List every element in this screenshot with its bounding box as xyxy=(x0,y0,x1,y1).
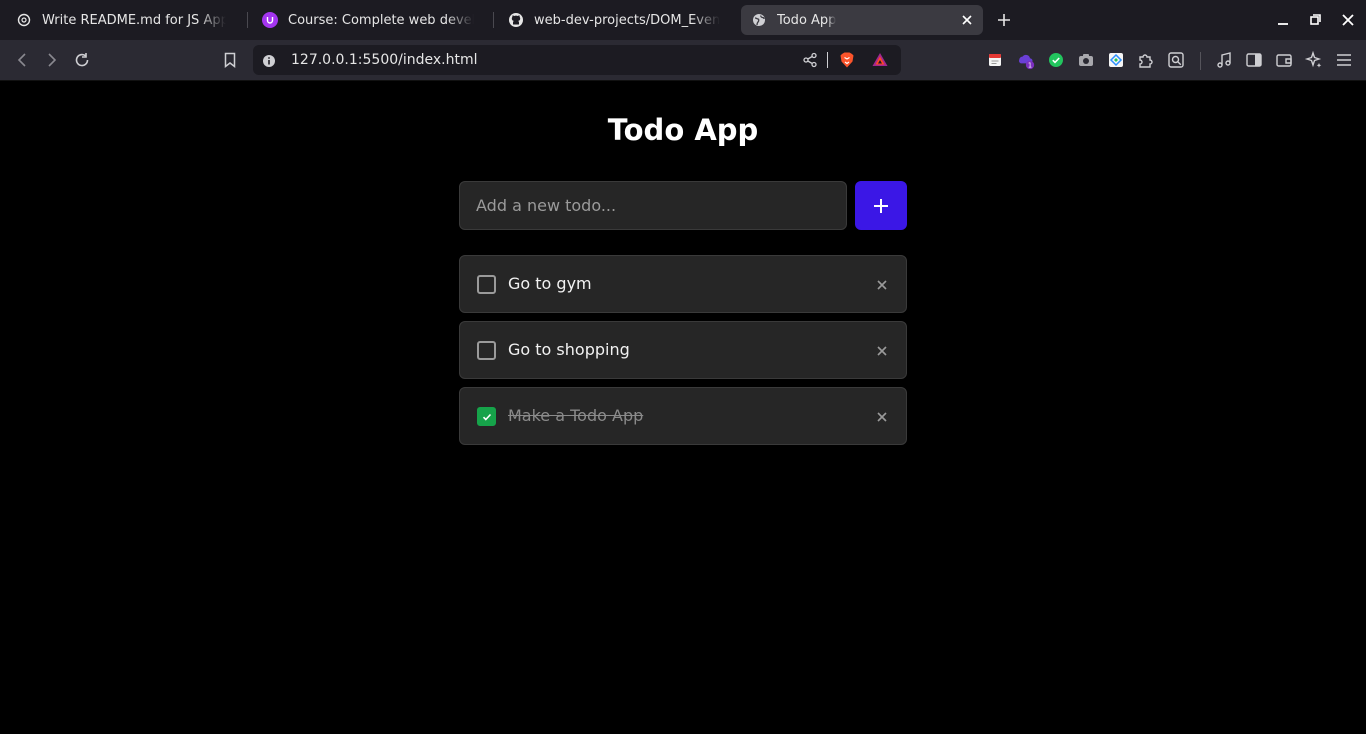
github-icon xyxy=(508,12,524,28)
tab-separator xyxy=(493,12,494,28)
tab-title: web-dev-projects/DOM_Events at xyxy=(534,12,720,28)
maximize-icon[interactable] xyxy=(1305,10,1325,30)
camera-extension-icon[interactable] xyxy=(1076,50,1096,70)
plus-icon xyxy=(874,198,888,213)
minimize-icon[interactable] xyxy=(1273,10,1293,30)
tab-separator xyxy=(247,12,248,28)
address-bar-divider xyxy=(827,52,828,68)
page-content: Todo App Go to gym Go to shopping Make a… xyxy=(0,81,1366,734)
share-icon[interactable] xyxy=(802,52,818,68)
reload-icon[interactable] xyxy=(72,50,92,70)
tab-close-icon[interactable] xyxy=(959,12,975,28)
music-icon[interactable] xyxy=(1214,50,1234,70)
udemy-icon xyxy=(262,12,278,28)
delete-todo-icon[interactable] xyxy=(875,409,889,423)
leo-ai-icon[interactable] xyxy=(1304,50,1324,70)
todo-checkbox[interactable] xyxy=(477,275,496,294)
tab-title: Course: Complete web developme xyxy=(288,12,474,28)
tab-title: Todo App xyxy=(777,12,837,28)
url-text: 127.0.0.1:5500/index.html xyxy=(291,52,478,68)
new-tab-icon[interactable] xyxy=(994,10,1014,30)
tab-github[interactable]: web-dev-projects/DOM_Events at xyxy=(498,5,730,35)
window-close-icon[interactable] xyxy=(1338,10,1358,30)
tab-title: Write README.md for JS App xyxy=(42,12,226,28)
forward-icon[interactable] xyxy=(42,50,62,70)
address-bar[interactable]: 127.0.0.1:5500/index.html xyxy=(253,45,901,75)
brave-rewards-icon[interactable] xyxy=(871,51,889,69)
todo-checkbox[interactable] xyxy=(477,341,496,360)
add-todo-button[interactable] xyxy=(855,181,907,230)
extension-badge: 1 xyxy=(1028,62,1032,70)
new-todo-input[interactable] xyxy=(459,181,847,230)
tab-chatgpt[interactable]: Write README.md for JS App xyxy=(6,5,236,35)
todo-list: Go to gym Go to shopping Make a Todo App xyxy=(459,255,907,453)
todo-text: Go to shopping xyxy=(508,340,630,359)
delete-todo-icon[interactable] xyxy=(875,277,889,291)
todo-checkbox[interactable] xyxy=(477,407,496,426)
brave-shields-icon[interactable] xyxy=(838,51,856,69)
sidebar-icon[interactable] xyxy=(1244,50,1264,70)
todo-item: Go to shopping xyxy=(459,321,907,379)
tab-strip: Write README.md for JS App Course: Compl… xyxy=(0,0,1366,40)
todo-item: Go to gym xyxy=(459,255,907,313)
extensions-puzzle-icon[interactable] xyxy=(1136,50,1156,70)
toolbar-divider xyxy=(1200,52,1201,70)
calendar-extension-icon[interactable] xyxy=(985,50,1005,70)
browser-toolbar: 127.0.0.1:5500/index.html 1 xyxy=(0,40,1366,81)
wallet-icon[interactable] xyxy=(1274,50,1294,70)
back-icon[interactable] xyxy=(12,50,32,70)
app-title: Todo App xyxy=(607,113,759,147)
todo-text: Go to gym xyxy=(508,274,592,293)
globe-icon xyxy=(751,12,767,28)
tab-todo-app[interactable]: Todo App xyxy=(741,5,983,35)
delete-todo-icon[interactable] xyxy=(875,343,889,357)
check-extension-icon[interactable] xyxy=(1046,50,1066,70)
todo-text: Make a Todo App xyxy=(508,406,644,425)
reader-search-icon[interactable] xyxy=(1166,50,1186,70)
diamond-extension-icon[interactable] xyxy=(1106,50,1126,70)
openai-icon xyxy=(16,12,32,28)
tab-udemy[interactable]: Course: Complete web developme xyxy=(252,5,484,35)
todo-item: Make a Todo App xyxy=(459,387,907,445)
site-info-icon[interactable] xyxy=(262,53,276,67)
check-icon xyxy=(482,413,491,421)
bookmark-icon[interactable] xyxy=(220,50,240,70)
cloud-extension-icon[interactable]: 1 xyxy=(1015,50,1035,70)
menu-icon[interactable] xyxy=(1334,50,1354,70)
